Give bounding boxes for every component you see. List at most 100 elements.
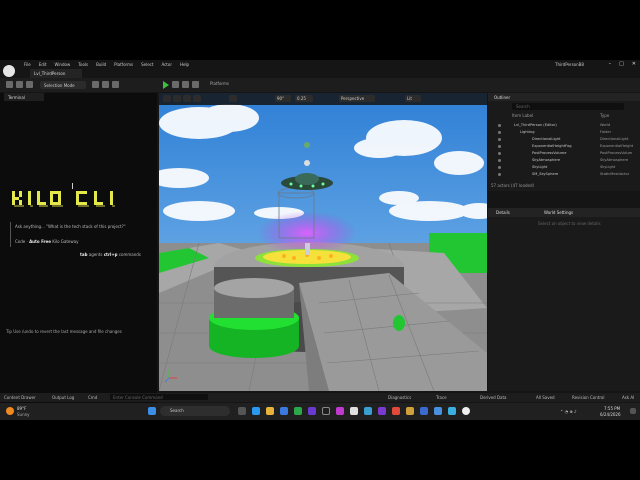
- cinematics-icon[interactable]: [112, 81, 119, 88]
- outliner-row[interactable]: Lvl_ThirdPerson (Editor) World: [488, 123, 636, 129]
- pause-icon[interactable]: [182, 81, 189, 88]
- notification-icon[interactable]: [630, 408, 636, 414]
- outliner-row[interactable]: SM_SkySphere StaticMeshActor: [488, 172, 636, 178]
- outliner-row[interactable]: PostProcessVolume PostProcessVolum: [488, 151, 636, 157]
- visibility-icon[interactable]: [498, 159, 501, 162]
- world-space-icon[interactable]: [229, 95, 237, 102]
- blueprints-menu-icon[interactable]: [102, 81, 109, 88]
- task-view-icon[interactable]: [238, 407, 246, 415]
- derived-data-button[interactable]: Derived Data: [480, 395, 507, 400]
- scale-snap-label: 0.25: [297, 96, 306, 101]
- outliner-row[interactable]: ExponentialHeightFog ExponentialHeight: [488, 144, 636, 150]
- lit-label: Lit: [407, 96, 412, 101]
- tab-details[interactable]: Details: [496, 210, 510, 215]
- level-viewport[interactable]: [159, 93, 487, 391]
- menu-edit[interactable]: Edit: [39, 62, 47, 67]
- column-item-label[interactable]: Item Label: [512, 113, 533, 118]
- visibility-icon[interactable]: [498, 173, 501, 176]
- menu-file[interactable]: File: [24, 62, 31, 67]
- chrome-icon[interactable]: [392, 407, 400, 415]
- row-label: SkyLight: [532, 165, 548, 169]
- prompt-input[interactable]: Ask anything... "What is the tech stack …: [10, 222, 150, 247]
- column-type[interactable]: Type: [600, 113, 609, 118]
- app-icon-blue[interactable]: [364, 407, 372, 415]
- menu-build[interactable]: Build: [96, 62, 106, 67]
- menu-help[interactable]: Help: [180, 62, 189, 67]
- cmd-dropdown[interactable]: Cmd: [88, 395, 97, 400]
- outliner-row[interactable]: SkyAtmosphere SkyAtmosphere: [488, 158, 636, 164]
- revision-control-button[interactable]: Revision Control: [572, 395, 604, 400]
- lit-dropdown[interactable]: Lit: [405, 95, 421, 102]
- outliner-tab[interactable]: Outliner: [488, 93, 640, 101]
- app-icon-cyan[interactable]: [448, 407, 456, 415]
- outliner-row[interactable]: DirectionalLight DirectionalLight: [488, 137, 636, 143]
- scale-icon[interactable]: [193, 95, 201, 102]
- edge-icon[interactable]: [252, 407, 260, 415]
- minimize-icon[interactable]: –: [609, 61, 612, 67]
- content-drawer-button[interactable]: Content Drawer: [4, 395, 36, 400]
- all-saved-button[interactable]: All Saved: [536, 395, 555, 400]
- terminal-panel[interactable]: Terminal Ask anything... "What is the te…: [0, 93, 157, 418]
- file-explorer-icon[interactable]: [266, 407, 274, 415]
- terminal-app-icon[interactable]: [322, 407, 330, 415]
- perspective-dropdown[interactable]: Perspective: [339, 95, 375, 102]
- add-actor-icon[interactable]: [92, 81, 99, 88]
- menu-select[interactable]: Select: [141, 62, 153, 67]
- windows-start-icon[interactable]: [148, 407, 156, 415]
- stop-icon[interactable]: [192, 81, 199, 88]
- taskbar-search[interactable]: Search: [160, 406, 230, 416]
- visibility-icon[interactable]: [498, 152, 501, 155]
- play-icon[interactable]: [163, 81, 169, 89]
- menu-window[interactable]: Window: [54, 62, 70, 67]
- store-icon[interactable]: [280, 407, 288, 415]
- outliner-row[interactable]: SkyLight SkyLight: [488, 165, 636, 171]
- ask-ai-button[interactable]: Ask AI: [622, 395, 634, 400]
- selection-mode-dropdown[interactable]: Selection Mode: [40, 81, 86, 89]
- weather-icon[interactable]: [6, 407, 14, 415]
- scale-snap-button[interactable]: 0.25: [295, 95, 313, 102]
- app-icon-violet[interactable]: [378, 407, 386, 415]
- menu-platforms[interactable]: Platforms: [114, 62, 133, 67]
- menu-actor[interactable]: Actor: [161, 62, 172, 67]
- terminal-tab[interactable]: Terminal: [4, 93, 44, 101]
- blueprint-icon[interactable]: [26, 81, 33, 88]
- unreal-logo-icon[interactable]: [3, 65, 15, 77]
- translate-icon[interactable]: [173, 95, 181, 102]
- save-icon[interactable]: [6, 81, 13, 88]
- console-input[interactable]: Enter Console Command: [110, 394, 208, 400]
- viewport-scene[interactable]: [159, 93, 487, 391]
- platforms-button[interactable]: Platforms: [210, 81, 229, 86]
- menu-tools[interactable]: Tools: [78, 62, 88, 67]
- outliner-search-input[interactable]: Search: [512, 103, 624, 110]
- output-log-button[interactable]: Output Log: [52, 395, 74, 400]
- viewport-menu-icon[interactable]: [163, 95, 171, 102]
- rotate-icon[interactable]: [183, 95, 191, 102]
- app-icon-gold[interactable]: [406, 407, 414, 415]
- outliner-row[interactable]: Lighting Folder: [488, 130, 636, 136]
- app-icon-white[interactable]: [350, 407, 358, 415]
- maximize-icon[interactable]: □: [619, 61, 624, 67]
- diagnostics-button[interactable]: Diagnostics: [388, 395, 411, 400]
- tab-world-settings[interactable]: World Settings: [544, 210, 573, 215]
- visibility-icon[interactable]: [498, 166, 501, 169]
- level-tab-label: Lvl_ThirdPerson: [34, 71, 66, 76]
- app-icon-navy[interactable]: [420, 407, 428, 415]
- app-icon-purple[interactable]: [308, 407, 316, 415]
- fov-button[interactable]: 90°: [275, 95, 291, 102]
- selection-mode-label: Selection Mode: [44, 83, 75, 88]
- xbox-icon[interactable]: [294, 407, 302, 415]
- hint-agents: agents: [88, 252, 103, 257]
- play-options-icon[interactable]: [172, 81, 179, 88]
- app-icon-pink[interactable]: [336, 407, 344, 415]
- visibility-icon[interactable]: [498, 145, 501, 148]
- close-icon[interactable]: ✕: [632, 61, 636, 67]
- trace-button[interactable]: Trace: [436, 395, 447, 400]
- visibility-icon[interactable]: [498, 131, 501, 134]
- vscode-icon[interactable]: [434, 407, 442, 415]
- tray-icons[interactable]: ⌃ ◔ ⊕ ♪: [560, 409, 577, 414]
- content-icon[interactable]: [16, 81, 23, 88]
- unreal-taskbar-icon[interactable]: [462, 407, 470, 415]
- visibility-icon[interactable]: [498, 124, 501, 127]
- visibility-icon[interactable]: [498, 138, 501, 141]
- level-tab[interactable]: Lvl_ThirdPerson: [30, 69, 82, 78]
